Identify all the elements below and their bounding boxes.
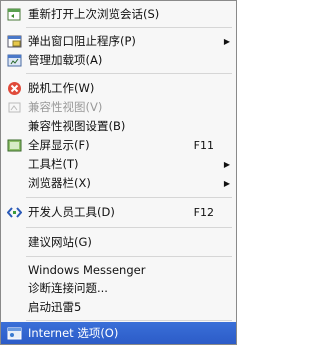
developer-tools-icon xyxy=(6,204,22,220)
menu-item-developer-tools[interactable]: 开发人员工具(D) F12 xyxy=(1,201,236,223)
menu-item-label: 脱机工作(W) xyxy=(28,81,95,95)
menu-item-shortcut: F12 xyxy=(193,205,214,219)
compat-view-icon xyxy=(6,99,22,115)
menu-item-reopen-session[interactable]: 重新打开上次浏览会话(S) xyxy=(1,3,236,25)
menu-item-start-thunder[interactable]: 启动迅雷5 xyxy=(1,296,236,318)
menu-item-label: 兼容性视图(V) xyxy=(28,100,103,114)
menu-item-label: Windows Messenger xyxy=(28,263,146,277)
separator xyxy=(26,320,232,321)
tools-menu: 重新打开上次浏览会话(S) 弹出窗口阻止程序(P) ▶ 管理加载项(A) 脱机工… xyxy=(0,0,237,345)
menu-item-suggested-sites[interactable]: 建议网站(G) xyxy=(1,231,236,253)
menu-item-label: 工具栏(T) xyxy=(28,157,79,171)
reopen-session-icon xyxy=(6,6,22,22)
popup-blocker-icon xyxy=(6,33,22,49)
internet-options-icon xyxy=(6,325,22,341)
menu-item-explorer-bars[interactable]: 浏览器栏(X) ▶ xyxy=(1,172,236,194)
fullscreen-icon xyxy=(6,137,22,153)
submenu-arrow-icon: ▶ xyxy=(223,178,230,188)
menu-item-label: 建议网站(G) xyxy=(28,235,92,249)
separator xyxy=(26,73,232,74)
menu-item-label: 全屏显示(F) xyxy=(28,138,90,152)
menu-item-label: 兼容性视图设置(B) xyxy=(28,119,126,133)
menu-item-label: 重新打开上次浏览会话(S) xyxy=(28,7,160,21)
menu-item-shortcut: F11 xyxy=(193,138,214,152)
separator xyxy=(26,256,232,257)
separator xyxy=(26,227,232,228)
offline-icon xyxy=(6,80,22,96)
addons-icon xyxy=(6,52,22,68)
separator xyxy=(26,197,232,198)
menu-item-label: 开发人员工具(D) xyxy=(28,205,115,219)
menu-item-label: Internet 选项(O) xyxy=(28,326,119,340)
menu-item-label: 管理加载项(A) xyxy=(28,53,103,67)
submenu-arrow-icon: ▶ xyxy=(223,36,230,46)
menu-item-label: 启动迅雷5 xyxy=(28,300,82,314)
submenu-arrow-icon: ▶ xyxy=(223,159,230,169)
menu-item-manage-addons[interactable]: 管理加载项(A) xyxy=(1,49,236,71)
menu-item-label: 诊断连接问题... xyxy=(28,281,108,295)
menu-item-label: 浏览器栏(X) xyxy=(28,176,91,190)
menu-item-label: 弹出窗口阻止程序(P) xyxy=(28,34,136,48)
separator xyxy=(26,27,232,28)
menu-item-internet-options[interactable]: Internet 选项(O) xyxy=(1,322,236,344)
